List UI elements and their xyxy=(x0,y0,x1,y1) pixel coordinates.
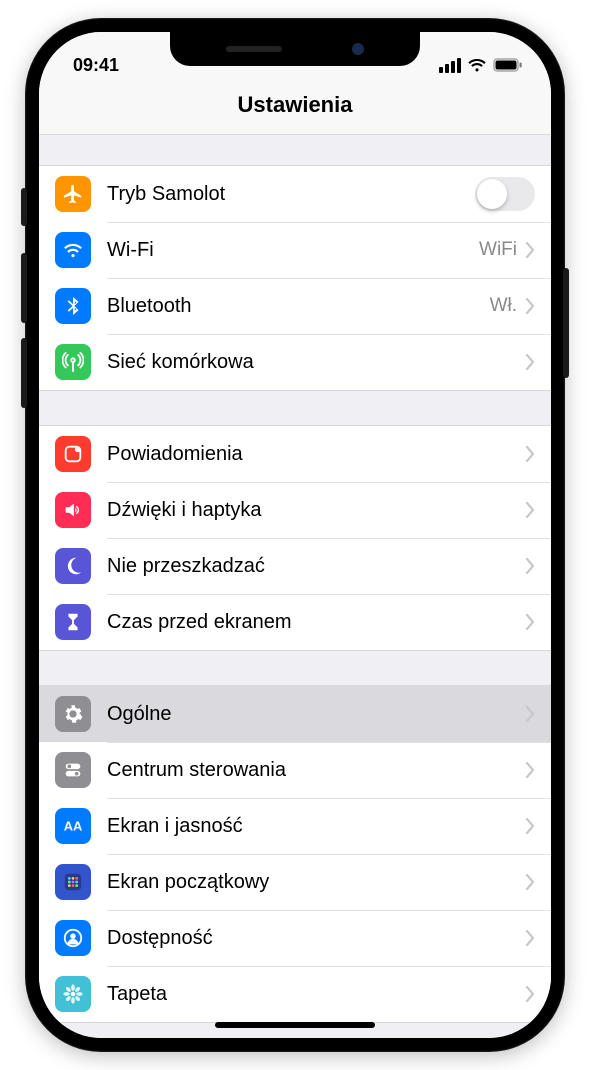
row-label: Nie przeszkadzać xyxy=(107,555,525,578)
hourglass-icon xyxy=(55,604,91,640)
row-label: Centrum sterowania xyxy=(107,759,525,782)
row-label: Ogólne xyxy=(107,703,525,726)
chevron-right-icon xyxy=(525,558,535,574)
settings-group: Powiadomienia Dźwięki i haptyka Nie przesz… xyxy=(39,425,551,651)
aa-icon xyxy=(55,808,91,844)
wifi-icon xyxy=(55,232,91,268)
chevron-right-icon xyxy=(525,762,535,778)
row-value: WiFi xyxy=(479,239,517,261)
row-wallpaper[interactable]: Tapeta xyxy=(39,966,551,1022)
moon-icon xyxy=(55,548,91,584)
settings-group: Ogólne Centrum sterowania Ekran i jasność E… xyxy=(39,685,551,1023)
grid-icon xyxy=(55,864,91,900)
chevron-right-icon xyxy=(525,986,535,1002)
wifi-status-icon xyxy=(467,58,487,72)
row-label: Tapeta xyxy=(107,983,525,1006)
row-bluetooth[interactable]: BluetoothWł. xyxy=(39,278,551,334)
page-title: Ustawienia xyxy=(39,84,551,135)
airplane-icon xyxy=(55,176,91,212)
battery-icon xyxy=(493,58,523,72)
antenna-icon xyxy=(55,344,91,380)
row-display[interactable]: Ekran i jasność xyxy=(39,798,551,854)
row-notifications[interactable]: Powiadomienia xyxy=(39,426,551,482)
row-sounds[interactable]: Dźwięki i haptyka xyxy=(39,482,551,538)
volume-up-button xyxy=(21,253,27,323)
notch xyxy=(170,32,420,66)
settings-group: Tryb SamolotWi-FiWiFiBluetoothWł.Sieć ko… xyxy=(39,165,551,391)
bell-icon xyxy=(55,436,91,472)
front-camera xyxy=(352,43,364,55)
speaker-icon xyxy=(55,492,91,528)
gear-icon xyxy=(55,696,91,732)
flower-icon xyxy=(55,976,91,1012)
row-label: Ekran początkowy xyxy=(107,871,525,894)
chevron-right-icon xyxy=(525,874,535,890)
switches-icon xyxy=(55,752,91,788)
chevron-right-icon xyxy=(525,298,535,314)
row-label: Sieć komórkowa xyxy=(107,351,525,374)
chevron-right-icon xyxy=(525,930,535,946)
clock: 09:41 xyxy=(73,55,119,76)
chevron-right-icon xyxy=(525,242,535,258)
chevron-right-icon xyxy=(525,502,535,518)
volume-down-button xyxy=(21,338,27,408)
bluetooth-icon xyxy=(55,288,91,324)
row-label: Bluetooth xyxy=(107,295,490,318)
row-general[interactable]: Ogólne xyxy=(39,686,551,742)
row-home[interactable]: Ekran początkowy xyxy=(39,854,551,910)
row-label: Tryb Samolot xyxy=(107,183,475,206)
chevron-right-icon xyxy=(525,706,535,722)
row-label: Powiadomienia xyxy=(107,443,525,466)
row-control[interactable]: Centrum sterowania xyxy=(39,742,551,798)
mute-switch xyxy=(21,188,27,226)
chevron-right-icon xyxy=(525,818,535,834)
row-cellular[interactable]: Sieć komórkowa xyxy=(39,334,551,390)
row-airplane[interactable]: Tryb Samolot xyxy=(39,166,551,222)
row-label: Czas przed ekranem xyxy=(107,611,525,634)
screen: 09:41 Ustawienia Tryb SamolotWi-FiWiFiBl… xyxy=(39,32,551,1038)
speaker-grille xyxy=(226,46,282,52)
row-dnd[interactable]: Nie przeszkadzać xyxy=(39,538,551,594)
row-accessibility[interactable]: Dostępność xyxy=(39,910,551,966)
phone-frame: 09:41 Ustawienia Tryb SamolotWi-FiWiFiBl… xyxy=(25,18,565,1052)
row-label: Dostępność xyxy=(107,927,525,950)
row-wifi[interactable]: Wi-FiWiFi xyxy=(39,222,551,278)
power-button xyxy=(563,268,569,378)
row-label: Ekran i jasność xyxy=(107,815,525,838)
cellular-signal-icon xyxy=(439,58,461,73)
toggle-airplane[interactable] xyxy=(475,177,535,211)
settings-list[interactable]: Tryb SamolotWi-FiWiFiBluetoothWł.Sieć ko… xyxy=(39,135,551,1038)
row-label: Wi-Fi xyxy=(107,239,479,262)
home-indicator[interactable] xyxy=(215,1022,375,1028)
row-label: Dźwięki i haptyka xyxy=(107,499,525,522)
chevron-right-icon xyxy=(525,354,535,370)
chevron-right-icon xyxy=(525,614,535,630)
person-icon xyxy=(55,920,91,956)
row-value: Wł. xyxy=(490,295,517,317)
row-screentime[interactable]: Czas przed ekranem xyxy=(39,594,551,650)
chevron-right-icon xyxy=(525,446,535,462)
